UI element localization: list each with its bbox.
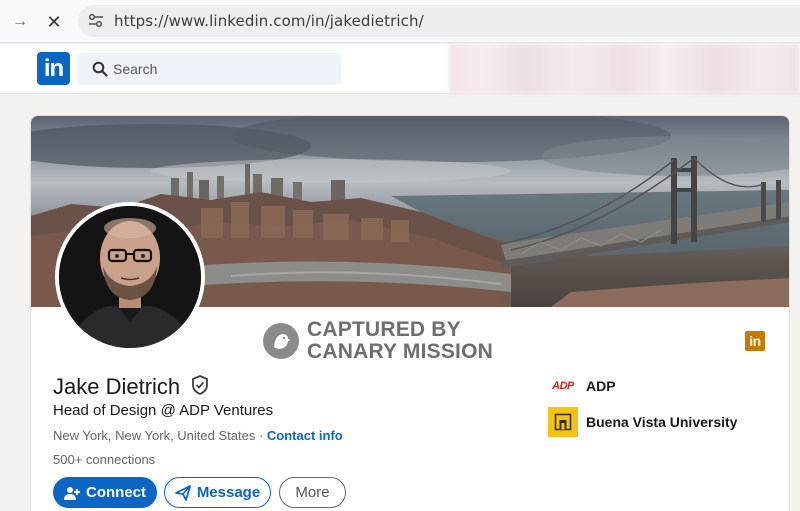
profile-headline: Head of Design @ ADP Ventures [53,402,274,419]
buena-vista-university-logo [548,407,578,437]
send-icon [174,484,191,501]
stop-loading-icon[interactable]: ✕ [41,9,67,35]
search-input[interactable] [113,53,333,85]
browser-toolbar: → ✕ https://www.linkedin.com/in/jakediet… [0,0,800,43]
linkedin-badge-icon: in [745,331,765,351]
site-settings-icon[interactable] [87,12,105,30]
connections-count[interactable]: 500+ connections [53,452,155,467]
message-label: Message [196,484,261,501]
location-row: New York, New York, United States · Cont… [53,428,343,443]
more-button[interactable]: More [279,477,346,508]
experience-adp[interactable]: ADP ADP [548,376,616,396]
profile-avatar[interactable] [55,202,205,352]
more-label: More [295,484,330,501]
linkedin-logo[interactable]: in [37,52,70,85]
forward-icon[interactable]: → [7,9,33,35]
message-button[interactable]: Message [164,477,271,508]
add-person-icon [64,486,80,500]
profile-card: CAPTURED BY CANARY MISSION in Jake Dietr… [30,115,790,511]
education-bvu-name: Buena Vista University [586,414,738,430]
blurred-navigation [449,44,800,94]
url-text[interactable]: https://www.linkedin.com/in/jakedietrich… [114,12,424,30]
watermark-line1: CAPTURED BY [307,318,461,341]
adp-logo: ADP [552,380,574,392]
search-icon [92,61,108,77]
linkedin-header: in [0,44,800,94]
profile-photo [59,206,201,348]
verified-shield-icon[interactable] [191,375,209,395]
connect-label: Connect [86,484,146,501]
profile-name: Jake Dietrich [53,374,181,399]
address-bar[interactable]: https://www.linkedin.com/in/jakedietrich… [78,5,800,37]
profile-location: New York, New York, United States [53,428,256,443]
search-box[interactable] [78,53,341,85]
canary-bird-icon [263,323,299,359]
location-separator: · [255,428,267,443]
watermark-line2: CANARY MISSION [307,340,493,363]
connect-button[interactable]: Connect [53,477,157,508]
experience-adp-name: ADP [586,378,616,394]
canary-mission-watermark: CAPTURED BY CANARY MISSION [263,318,493,364]
education-bvu[interactable]: Buena Vista University [548,407,737,437]
contact-info-link[interactable]: Contact info [267,428,343,443]
